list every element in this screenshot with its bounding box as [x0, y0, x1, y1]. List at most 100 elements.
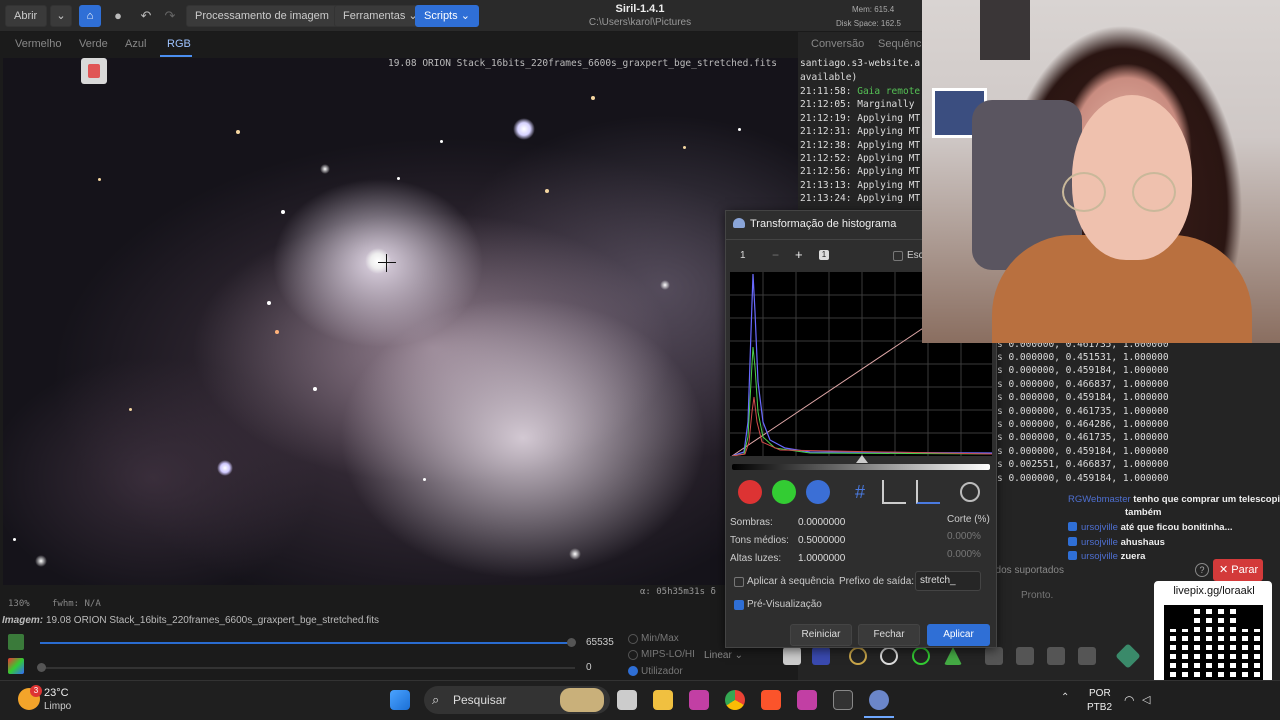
- close-button[interactable]: Fechar: [858, 624, 920, 646]
- apply-sequence-checkbox[interactable]: [734, 577, 744, 587]
- color-icon[interactable]: [8, 658, 24, 674]
- log-value-line: s 0.000000, 0.459184, 1.000000: [997, 473, 1169, 484]
- record-button[interactable]: ●: [106, 5, 130, 27]
- cursor-crosshair: [378, 262, 396, 263]
- auto-stretch-icon[interactable]: [960, 482, 980, 502]
- active-tab-indicator: [160, 55, 192, 57]
- max-slider-handle[interactable]: [567, 638, 576, 647]
- tools-menu[interactable]: Ferramentas ⌄: [334, 5, 427, 27]
- log-text: Applying MT: [857, 193, 921, 204]
- tab-green[interactable]: Verde: [79, 38, 108, 50]
- redo-button[interactable]: ↷: [158, 5, 182, 27]
- star: [98, 178, 101, 181]
- chevron-down-icon: ⌄: [460, 10, 470, 22]
- midtones-handle[interactable]: [856, 455, 868, 463]
- image-icon[interactable]: [8, 634, 24, 650]
- zoom-in-button[interactable]: +: [795, 247, 803, 262]
- blue-channel-button[interactable]: [806, 480, 830, 504]
- stamp-icon: [88, 64, 100, 78]
- language-indicator[interactable]: POR: [1089, 688, 1111, 699]
- zoom-one-button[interactable]: [1078, 647, 1096, 665]
- open-dropdown-button[interactable]: ⌄: [50, 5, 72, 27]
- tools-label: Ferramentas: [343, 10, 406, 22]
- circle-icon: ●: [114, 8, 122, 23]
- task-view-icon[interactable]: [617, 690, 637, 710]
- file-explorer-icon[interactable]: [653, 690, 673, 710]
- image-processing-menu[interactable]: Processamento de imagem ⌄: [186, 5, 351, 27]
- volume-icon[interactable]: ◁: [1142, 693, 1150, 706]
- scale-checkbox[interactable]: [893, 251, 903, 261]
- chat-user: ursojville: [1081, 551, 1118, 562]
- tool-icon[interactable]: [783, 647, 801, 665]
- scripts-label: Scripts: [424, 10, 458, 22]
- image-viewer[interactable]: [3, 58, 798, 585]
- brave-icon[interactable]: [761, 690, 781, 710]
- shadows-value[interactable]: 0.0000000: [798, 517, 845, 528]
- star: [275, 330, 279, 334]
- output-prefix-input[interactable]: stretch_: [915, 571, 981, 591]
- green-channel-button[interactable]: [772, 480, 796, 504]
- log-value-line: s 0.002551, 0.466837, 1.000000: [997, 459, 1169, 470]
- midtones-value[interactable]: 0.5000000: [798, 535, 845, 546]
- open-button[interactable]: Abrir: [5, 5, 47, 27]
- windows-start-icon[interactable]: [390, 690, 410, 710]
- chrome-icon[interactable]: [725, 690, 745, 710]
- log-time: 21:12:19:: [800, 113, 852, 124]
- log-text: Marginally: [857, 99, 915, 110]
- apply-sequence-label: Aplicar à sequência: [747, 576, 835, 587]
- home-button[interactable]: ⌂: [79, 5, 101, 27]
- min-slider-track[interactable]: [40, 667, 575, 669]
- app-icon[interactable]: [689, 690, 709, 710]
- siril-icon: [733, 218, 745, 228]
- target-tool-icon[interactable]: [849, 647, 867, 665]
- max-slider-track[interactable]: [40, 642, 575, 644]
- scripts-menu[interactable]: Scripts ⌄: [415, 5, 479, 27]
- histogram-toggle-icon[interactable]: [916, 480, 940, 504]
- zoom-value[interactable]: 1: [740, 250, 746, 261]
- red-channel-button[interactable]: [738, 480, 762, 504]
- star: [397, 177, 400, 180]
- log-text: Applying MT: [857, 140, 921, 151]
- mode-user-radio[interactable]: [628, 666, 638, 676]
- star: [591, 96, 595, 100]
- star-tool-icon[interactable]: [812, 647, 830, 665]
- zoom-out-button[interactable]: −: [772, 248, 779, 262]
- star: [513, 118, 535, 140]
- siril-taskbar-icon[interactable]: [869, 690, 889, 710]
- app-icon[interactable]: [797, 690, 817, 710]
- highlights-value[interactable]: 1.0000000: [798, 553, 845, 564]
- mode-mips-radio[interactable]: [628, 650, 638, 660]
- curve-toggle-icon[interactable]: [882, 480, 906, 504]
- undo-button[interactable]: ↶: [134, 5, 158, 27]
- chevron-down-icon: ⌄: [56, 10, 66, 22]
- tab-conversion[interactable]: Conversão: [811, 38, 864, 50]
- min-slider-handle[interactable]: [37, 663, 46, 672]
- apply-button[interactable]: Aplicar: [927, 624, 990, 646]
- reset-button[interactable]: Reiniciar: [790, 624, 852, 646]
- minus-tool-button[interactable]: [985, 647, 1003, 665]
- globe-icon[interactable]: [880, 647, 898, 665]
- zoom-reset-button[interactable]: 1: [819, 250, 829, 260]
- keyboard-layout-indicator[interactable]: PTB2: [1087, 702, 1112, 713]
- help-icon[interactable]: ?: [1195, 563, 1209, 577]
- scale-select[interactable]: Linear ⌄: [700, 646, 746, 666]
- chevron-up-icon[interactable]: ⌃: [1061, 692, 1069, 703]
- image-info-row: Imagem: 19.08 ORION Stack_16bits_220fram…: [0, 612, 798, 630]
- grid-toggle-icon[interactable]: #: [848, 480, 872, 504]
- wifi-icon[interactable]: ◠: [1124, 693, 1134, 707]
- tab-red[interactable]: Vermelho: [15, 38, 61, 50]
- annotation-tool-button[interactable]: [81, 58, 107, 84]
- tab-rgb[interactable]: RGB: [167, 38, 191, 50]
- plus-tool-button[interactable]: [1016, 647, 1034, 665]
- circle-tool-icon[interactable]: [912, 647, 930, 665]
- stop-button[interactable]: ✕ Parar: [1213, 559, 1263, 581]
- chat-message: ursojville ahushaus: [1068, 537, 1165, 548]
- log-line: 21:13:24: Applying MT: [800, 193, 920, 204]
- preview-checkbox[interactable]: [734, 600, 744, 610]
- log-line: santiago.s3-website.a: [800, 58, 920, 69]
- open-label: Abrir: [14, 10, 38, 22]
- tab-blue[interactable]: Azul: [125, 38, 146, 50]
- mode-minmax-radio[interactable]: [628, 634, 638, 644]
- fit-tool-button[interactable]: [1047, 647, 1065, 665]
- terminal-icon[interactable]: [833, 690, 853, 710]
